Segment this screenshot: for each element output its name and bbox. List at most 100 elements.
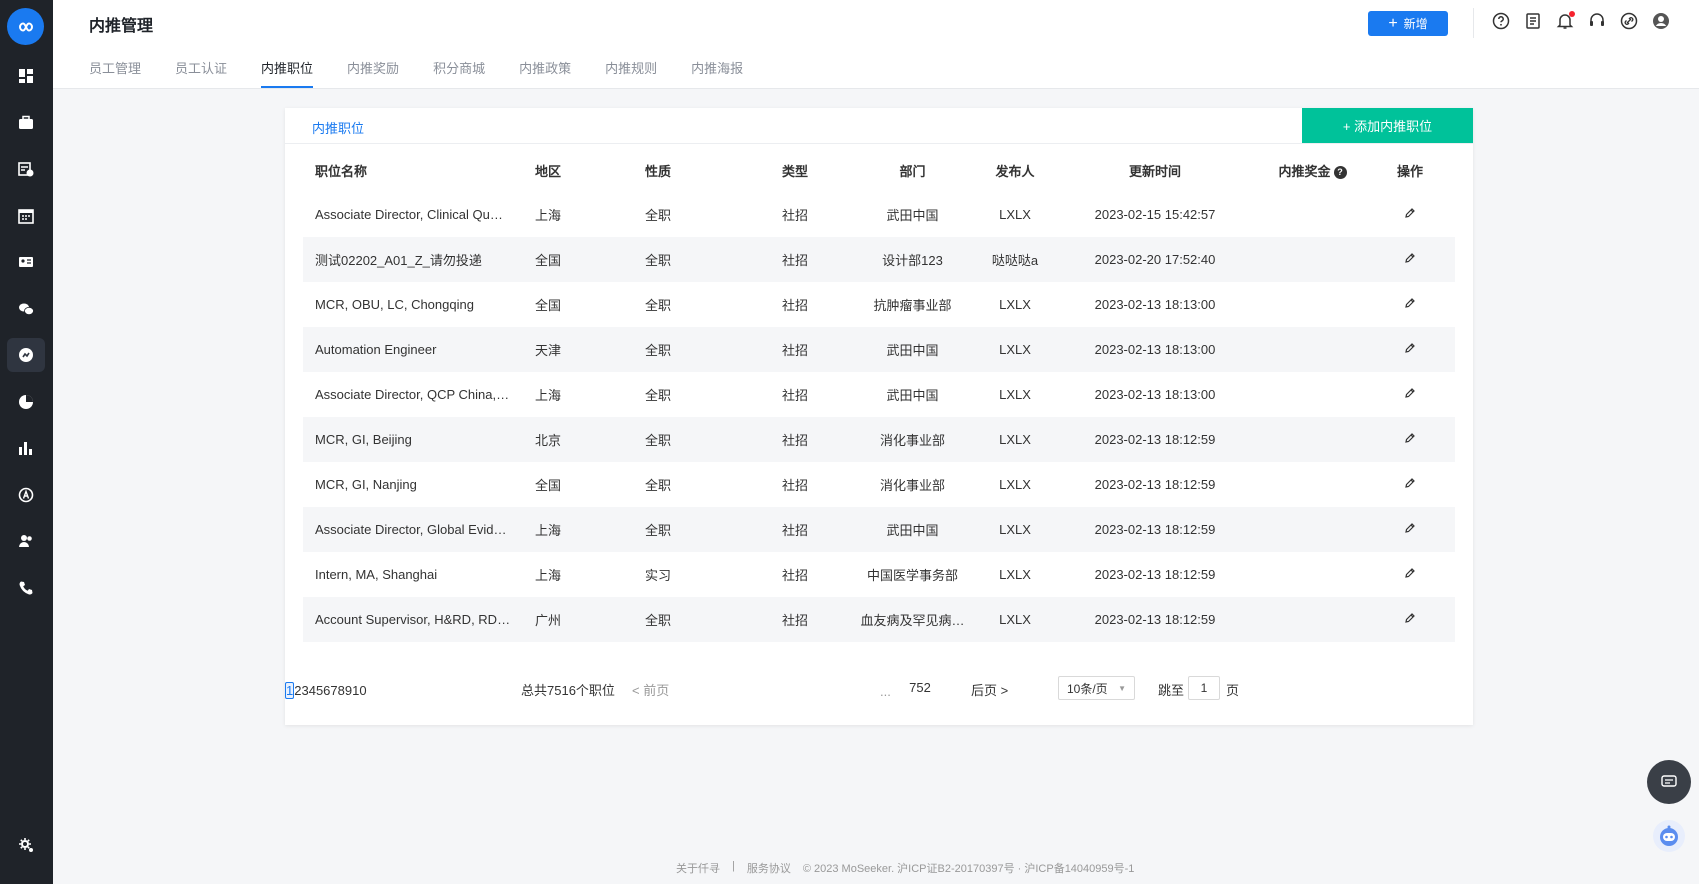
- cell-name[interactable]: Account Supervisor, H&RD, RD…: [303, 597, 535, 642]
- cell-region: 上海: [535, 568, 562, 583]
- cell-actions: [1365, 372, 1455, 417]
- plus-icon: +: [1388, 14, 1398, 32]
- cell-bonus: [1260, 237, 1365, 282]
- sidebar-item-phone[interactable]: [7, 571, 45, 605]
- tab-7[interactable]: 内推海报: [691, 58, 743, 88]
- cell-name[interactable]: 测试02202_A01_Z_请勿投递: [303, 237, 535, 282]
- sidebar-item-bar-chart[interactable]: [7, 431, 45, 465]
- help-icon[interactable]: [1491, 11, 1511, 31]
- cell-publisher: LXLX: [999, 387, 1031, 402]
- cell-name[interactable]: MCR, GI, Beijing: [303, 417, 535, 462]
- edit-icon[interactable]: [1404, 432, 1416, 447]
- page-7[interactable]: 7: [330, 683, 337, 698]
- link-icon[interactable]: [1619, 11, 1639, 31]
- page-4[interactable]: 4: [309, 683, 316, 698]
- cell-type: 社招: [745, 237, 845, 282]
- about-link[interactable]: 关于仟寻: [676, 860, 720, 876]
- cell-name[interactable]: Associate Director, Global Evid…: [303, 507, 535, 552]
- tab-0[interactable]: 员工管理: [89, 58, 141, 88]
- cell-dept: 消化事业部: [879, 478, 945, 493]
- sidebar-item-id-card[interactable]: [7, 245, 45, 279]
- sidebar-item-users[interactable]: [7, 524, 45, 558]
- chat-button[interactable]: [1647, 760, 1691, 804]
- cell-type: 社招: [745, 327, 845, 372]
- tab-4[interactable]: 积分商城: [433, 58, 485, 88]
- jump-page-input[interactable]: 1: [1188, 676, 1220, 700]
- support-icon[interactable]: [1587, 11, 1607, 31]
- col-nature: 性质: [645, 163, 672, 179]
- sidebar-item-wechat[interactable]: [7, 292, 45, 326]
- add-referral-job-button[interactable]: + 添加内推职位: [1302, 108, 1473, 143]
- page-8[interactable]: 8: [338, 683, 345, 698]
- tab-3[interactable]: 内推奖励: [347, 58, 399, 88]
- next-page-button[interactable]: 后页 >: [971, 680, 1008, 699]
- page-last[interactable]: 752: [906, 680, 934, 695]
- cell-name[interactable]: MCR, GI, Nanjing: [303, 462, 535, 507]
- cell-time: 2023-02-13 18:12:59: [1050, 597, 1260, 642]
- new-button[interactable]: + 新增: [1368, 11, 1448, 36]
- tab-6[interactable]: 内推规则: [605, 58, 657, 88]
- cell-name[interactable]: Intern, MA, Shanghai: [303, 552, 535, 597]
- sidebar-item-dashboard[interactable]: [7, 59, 45, 93]
- jump-unit: 页: [1226, 683, 1240, 698]
- tab-referral-jobs[interactable]: 内推职位: [312, 118, 364, 137]
- cell-name[interactable]: Associate Director, Clinical Qu…: [303, 192, 535, 237]
- cell-nature: 全职: [645, 478, 672, 493]
- top-header: 内推管理 + 新增 员工管理 员工认证 内推职位 内推奖励 积分商城 内推政策 内推规则 内推…: [53, 0, 1699, 89]
- table-row: Account Supervisor, H&RD, RD… 广州 全职 社招 血友病及罕…: [303, 597, 1455, 642]
- assistant-bot-button[interactable]: [1653, 820, 1685, 852]
- page-10[interactable]: 10: [352, 683, 366, 698]
- tab-5[interactable]: 内推政策: [519, 58, 571, 88]
- pagination-ellipsis: ...: [880, 684, 891, 699]
- sidebar-item-circle-a[interactable]: [7, 478, 45, 512]
- cell-name[interactable]: Associate Director, QCP China,…: [303, 372, 535, 417]
- edit-icon[interactable]: [1404, 342, 1416, 357]
- cell-publisher: LXLX: [999, 567, 1031, 582]
- cell-type: 社招: [781, 298, 808, 313]
- edit-icon[interactable]: [1404, 612, 1416, 627]
- cell-actions: [1365, 282, 1455, 327]
- edit-icon[interactable]: [1404, 207, 1416, 222]
- cell-type: 社招: [781, 388, 808, 403]
- copyright-text: © 2023 MoSeeker. 沪ICP证B2-20170397号 · 沪IC…: [802, 863, 1135, 875]
- cell-actions: [1365, 507, 1455, 552]
- sidebar-item-schedule[interactable]: [7, 152, 45, 186]
- edit-icon[interactable]: [1404, 252, 1416, 267]
- edit-icon[interactable]: [1404, 387, 1416, 402]
- user-avatar-icon[interactable]: [1651, 11, 1671, 31]
- cell-name[interactable]: MCR, OBU, LC, Chongqing: [303, 282, 535, 327]
- page-3[interactable]: 3: [301, 683, 308, 698]
- sidebar-item-referral[interactable]: [7, 338, 45, 372]
- pagination: 总共7516个职位 < 前页 12345678910 ... 752 后页 > …: [285, 676, 1473, 700]
- settings-icon[interactable]: [7, 828, 45, 862]
- edit-icon[interactable]: [1404, 297, 1416, 312]
- col-bonus-label: 内推奖金: [1278, 163, 1331, 179]
- cell-time: 2023-02-13 18:13:00: [1094, 297, 1216, 312]
- cell-name[interactable]: Automation Engineer: [303, 327, 535, 372]
- sidebar-item-pie-chart[interactable]: [7, 385, 45, 419]
- schedule-icon: [18, 162, 34, 177]
- cell-dept: 武田中国: [886, 208, 939, 223]
- moseeker-logo[interactable]: [7, 8, 44, 45]
- sidebar-item-calendar[interactable]: [7, 199, 45, 233]
- bell-icon[interactable]: [1555, 11, 1575, 31]
- document-icon[interactable]: [1523, 11, 1543, 31]
- sidebar-item-briefcase[interactable]: [7, 106, 45, 140]
- edit-icon[interactable]: [1404, 477, 1416, 492]
- cell-type: 社招: [781, 478, 808, 493]
- table-row: Associate Director, QCP China,… 上海 全职 社招 武田中…: [303, 372, 1455, 417]
- page-1[interactable]: 1: [285, 682, 295, 699]
- tab-1[interactable]: 员工认证: [175, 58, 227, 88]
- tab-bar: 员工管理 员工认证 内推职位 内推奖励 积分商城 内推政策 内推规则 内推海报: [89, 58, 777, 88]
- page-size-select[interactable]: 10条/页 ▼: [1058, 676, 1135, 700]
- bonus-help-icon[interactable]: ?: [1333, 165, 1347, 179]
- card-header: 内推职位 + 添加内推职位: [285, 108, 1473, 144]
- col-department: 部门: [899, 163, 926, 179]
- edit-icon[interactable]: [1404, 522, 1416, 537]
- prev-page-button[interactable]: < 前页: [632, 680, 669, 699]
- edit-icon[interactable]: [1404, 567, 1416, 582]
- new-button-label: 新增: [1403, 17, 1428, 31]
- cell-type: 社招: [781, 208, 808, 223]
- tab-2[interactable]: 内推职位: [261, 58, 314, 88]
- terms-link[interactable]: 服务协议: [747, 860, 791, 876]
